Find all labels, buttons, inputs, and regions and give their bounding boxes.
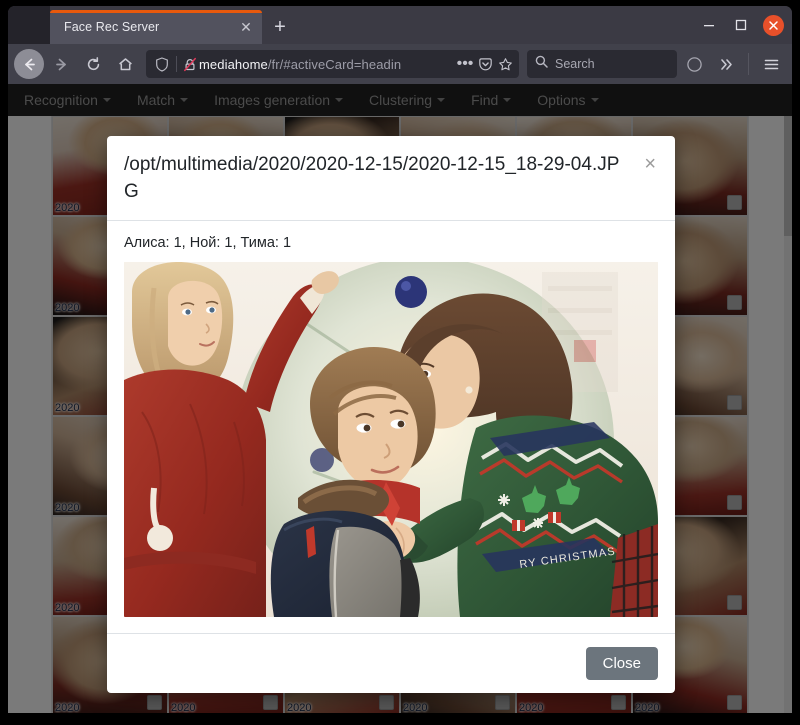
browser-tab-title: Face Rec Server bbox=[64, 20, 160, 34]
broken-lock-icon[interactable] bbox=[181, 55, 199, 73]
modal-body: Алиса: 1, Ной: 1, Тима: 1 RY CHRISTMAS bbox=[107, 221, 675, 633]
browser-window: Face Rec Server ✕ + mediahome/fr/#active… bbox=[8, 6, 792, 713]
browser-tabstrip: Face Rec Server ✕ + bbox=[8, 6, 792, 44]
shield-icon[interactable] bbox=[152, 54, 172, 74]
overflow-chevron-icon[interactable] bbox=[711, 49, 741, 79]
image-detail-modal: /opt/multimedia/2020/2020-12-15/2020-12-… bbox=[107, 136, 675, 693]
reload-button[interactable] bbox=[78, 49, 108, 79]
face-counts-label: Алиса: 1, Ной: 1, Тима: 1 bbox=[124, 234, 292, 251]
new-tab-button[interactable]: + bbox=[264, 12, 296, 42]
search-input[interactable]: Search bbox=[555, 57, 595, 71]
url-bar[interactable]: mediahome/fr/#activeCard=headin ••• bbox=[146, 50, 519, 78]
page-content: Recognition Match Images generation Clus… bbox=[8, 84, 792, 713]
modal-title: /opt/multimedia/2020/2020-12-15/2020-12-… bbox=[124, 154, 620, 202]
hamburger-menu-icon[interactable] bbox=[756, 49, 786, 79]
back-button[interactable] bbox=[14, 49, 44, 79]
close-icon[interactable]: ✕ bbox=[236, 17, 256, 37]
url-divider bbox=[176, 56, 177, 72]
maximize-icon[interactable] bbox=[726, 10, 756, 40]
toolbar-divider bbox=[748, 53, 749, 75]
pocket-icon[interactable] bbox=[475, 53, 495, 75]
account-icon[interactable] bbox=[679, 49, 709, 79]
close-icon[interactable]: × bbox=[642, 152, 658, 176]
search-bar[interactable]: Search bbox=[527, 50, 677, 78]
window-close-button[interactable] bbox=[758, 10, 788, 40]
detail-photo: RY CHRISTMAS bbox=[124, 261, 658, 617]
minimize-icon[interactable] bbox=[694, 10, 724, 40]
page-actions-icon[interactable]: ••• bbox=[455, 53, 475, 75]
modal-header: /opt/multimedia/2020/2020-12-15/2020-12-… bbox=[107, 136, 675, 221]
close-icon bbox=[762, 14, 784, 36]
close-button[interactable]: Close bbox=[585, 646, 658, 680]
photo-illustration: RY CHRISTMAS bbox=[124, 261, 658, 617]
bookmark-star-icon[interactable] bbox=[495, 53, 515, 75]
home-button[interactable] bbox=[110, 49, 140, 79]
browser-tab-face-rec-server[interactable]: Face Rec Server ✕ bbox=[50, 10, 262, 44]
browser-toolbar: mediahome/fr/#activeCard=headin ••• Sear… bbox=[8, 44, 792, 84]
url-text: mediahome/fr/#activeCard=headin bbox=[199, 56, 402, 72]
window-controls bbox=[694, 6, 788, 44]
search-icon bbox=[535, 55, 548, 73]
forward-button[interactable] bbox=[46, 49, 76, 79]
screen: Face Rec Server ✕ + mediahome/fr/#active… bbox=[0, 0, 800, 725]
modal-footer: Close bbox=[107, 632, 675, 693]
